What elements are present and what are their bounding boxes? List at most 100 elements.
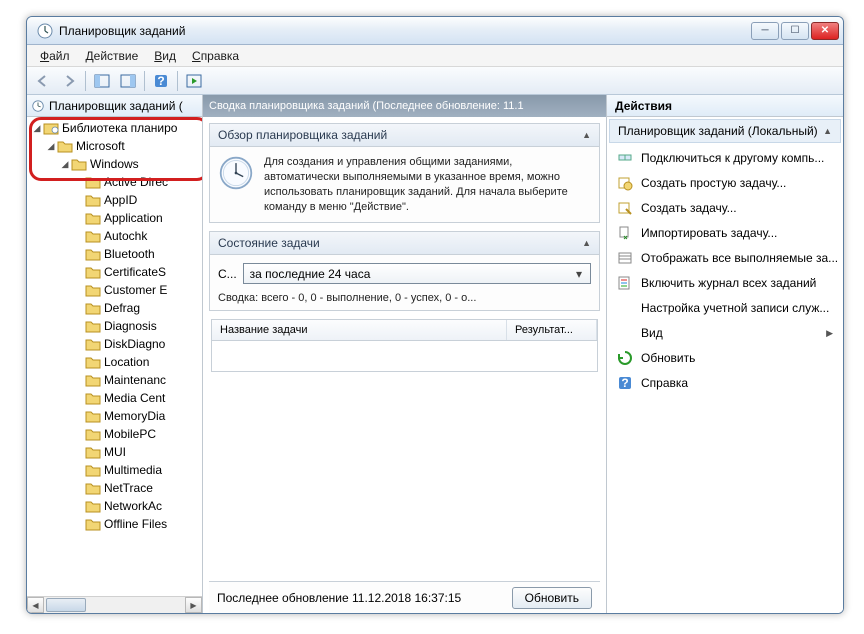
tree-item-folder[interactable]: Diagnosis [27, 317, 202, 335]
tree-item-folder[interactable]: Maintenanc [27, 371, 202, 389]
action-item[interactable]: Создать задачу... [609, 196, 841, 220]
tree-item-folder[interactable]: AppID [27, 191, 202, 209]
tree-item-folder[interactable]: Autochk [27, 227, 202, 245]
tree-item-folder[interactable]: MUI [27, 443, 202, 461]
action-item[interactable]: Включить журнал всех заданий [609, 271, 841, 295]
tree-item-folder[interactable]: Defrag [27, 299, 202, 317]
show-actions-button[interactable] [116, 70, 140, 92]
collapse-icon[interactable]: ▲ [582, 130, 591, 140]
tree-item-folder[interactable]: NetTrace [27, 479, 202, 497]
overview-title: Обзор планировщика заданий [218, 128, 387, 142]
action-item[interactable]: Импортировать задачу... [609, 221, 841, 245]
tree-item-library[interactable]: ◢ Библиотека планиро [27, 119, 202, 137]
tree-item-folder[interactable]: MemoryDia [27, 407, 202, 425]
action-icon [617, 300, 633, 316]
folder-icon [85, 265, 101, 279]
folder-icon [85, 319, 101, 333]
action-icon [617, 275, 633, 291]
tree-item-folder[interactable]: Bluetooth [27, 245, 202, 263]
folder-icon [85, 301, 101, 315]
folder-icon [85, 481, 101, 495]
folder-icon [85, 211, 101, 225]
collapse-icon[interactable]: ◢ [45, 141, 57, 152]
collapse-icon[interactable]: ◢ [31, 123, 43, 134]
action-icon [617, 175, 633, 191]
scroll-right-button[interactable]: ▶ [185, 597, 202, 613]
tree-item-folder[interactable]: Offline Files [27, 515, 202, 533]
titlebar[interactable]: Планировщик заданий ─ ☐ ✕ [27, 17, 843, 45]
action-item[interactable]: Обновить [609, 346, 841, 370]
tree-item-folder[interactable]: Application [27, 209, 202, 227]
status-prefix: С... [218, 267, 237, 281]
col-task-name[interactable]: Название задачи [212, 320, 507, 340]
collapse-icon[interactable]: ▲ [582, 238, 591, 248]
svg-text:?: ? [157, 74, 164, 88]
close-button[interactable]: ✕ [811, 22, 839, 40]
help-button[interactable]: ? [149, 70, 173, 92]
actions-subheader[interactable]: Планировщик заданий (Локальный) ▲ [609, 119, 841, 143]
tree-pane: Планировщик заданий ( ◢ Библиотека плани… [27, 95, 203, 613]
last-update-text: Последнее обновление 11.12.2018 16:37:15 [217, 591, 461, 605]
folder-icon [85, 427, 101, 441]
tree-item-folder[interactable]: DiskDiagno [27, 335, 202, 353]
tree-item-folder[interactable]: Active Direc [27, 173, 202, 191]
scroll-left-button[interactable]: ◀ [27, 597, 44, 613]
folder-icon [57, 139, 73, 153]
period-combo[interactable]: за последние 24 часа ▾ [243, 263, 591, 284]
folder-icon [85, 175, 101, 189]
client-area: Планировщик заданий ( ◢ Библиотека плани… [27, 95, 843, 613]
tree-item-folder[interactable]: Multimedia [27, 461, 202, 479]
folder-icon [85, 355, 101, 369]
menu-view[interactable]: Вид [147, 47, 183, 65]
action-item[interactable]: ?Справка [609, 371, 841, 395]
col-result[interactable]: Результат... [507, 320, 597, 340]
tree-body[interactable]: ◢ Библиотека планиро ◢ Microsoft ◢ Windo… [27, 117, 202, 596]
folder-icon [71, 157, 87, 171]
action-item[interactable]: Вид▶ [609, 321, 841, 345]
tree-item-folder[interactable]: Customer E [27, 281, 202, 299]
tree-item-microsoft[interactable]: ◢ Microsoft [27, 137, 202, 155]
tree-item-folder[interactable]: CertificateS [27, 263, 202, 281]
back-button[interactable] [31, 70, 55, 92]
maximize-button[interactable]: ☐ [781, 22, 809, 40]
task-table: Название задачи Результат... [211, 319, 598, 372]
menu-file[interactable]: Файл [33, 47, 77, 65]
window-title: Планировщик заданий [59, 24, 751, 38]
action-icon [617, 250, 633, 266]
action-item[interactable]: Подключиться к другому компь... [609, 146, 841, 170]
run-button[interactable] [182, 70, 206, 92]
dropdown-icon: ▾ [572, 267, 586, 281]
folder-icon [85, 463, 101, 477]
folder-icon [85, 247, 101, 261]
menu-action[interactable]: Действие [79, 47, 146, 65]
tree-header: Планировщик заданий ( [27, 95, 202, 117]
refresh-button[interactable]: Обновить [512, 587, 592, 609]
library-icon [43, 121, 59, 135]
toolbar: ? [27, 67, 843, 95]
action-icon [617, 150, 633, 166]
action-item[interactable]: Создать простую задачу... [609, 171, 841, 195]
collapse-icon[interactable]: ◢ [59, 159, 71, 170]
tree-item-folder[interactable]: MobilePC [27, 425, 202, 443]
actions-header: Действия [607, 95, 843, 117]
svg-text:?: ? [621, 376, 628, 390]
action-icon [617, 200, 633, 216]
tree-h-scrollbar[interactable]: ◀ ▶ [27, 596, 202, 613]
menubar: Файл Действие Вид Справка [27, 45, 843, 67]
action-item[interactable]: Настройка учетной записи служ... [609, 296, 841, 320]
folder-icon [85, 193, 101, 207]
forward-button[interactable] [57, 70, 81, 92]
tree-item-folder[interactable]: Media Cent [27, 389, 202, 407]
action-item[interactable]: Отображать все выполняемые за... [609, 246, 841, 270]
tree-item-folder[interactable]: NetworkAc [27, 497, 202, 515]
minimize-button[interactable]: ─ [751, 22, 779, 40]
tree-item-windows[interactable]: ◢ Windows [27, 155, 202, 173]
tree-item-folder[interactable]: Location [27, 353, 202, 371]
menu-help[interactable]: Справка [185, 47, 246, 65]
folder-icon [85, 373, 101, 387]
scroll-thumb[interactable] [46, 598, 86, 612]
collapse-icon[interactable]: ▲ [823, 126, 832, 136]
show-tree-button[interactable] [90, 70, 114, 92]
app-icon [37, 23, 53, 39]
overview-section: Обзор планировщика заданий▲ Для создания… [209, 123, 600, 223]
